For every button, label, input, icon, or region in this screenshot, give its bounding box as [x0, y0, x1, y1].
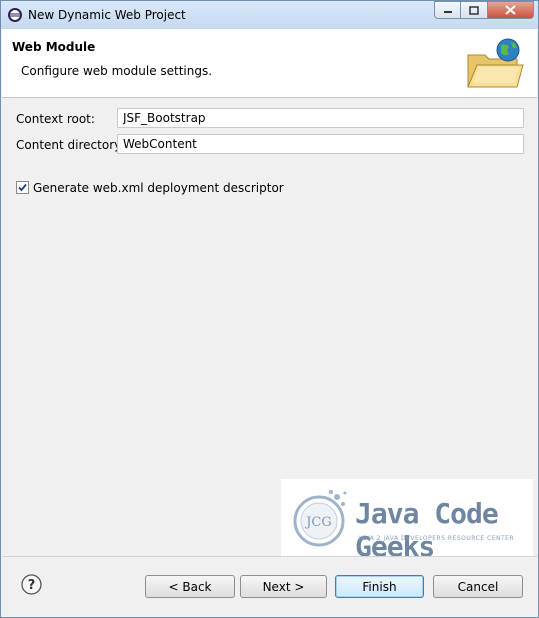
- maximize-icon: [469, 5, 479, 15]
- page-description: Configure web module settings.: [21, 64, 213, 78]
- watermark-logo: JCG Java Code Geeks JAVA 2 JAVA DEVELOPE…: [281, 479, 533, 563]
- dialog-window: New Dynamic Web Project Web Module Confi…: [0, 0, 539, 618]
- content-directory-input[interactable]: [117, 134, 524, 154]
- web-module-folder-globe-icon: [467, 38, 524, 88]
- close-icon: [505, 5, 516, 15]
- content-directory-label: Content directory:: [16, 138, 125, 152]
- maximize-button[interactable]: [461, 1, 488, 19]
- title-bar[interactable]: New Dynamic Web Project: [1, 1, 538, 29]
- next-button[interactable]: Next >: [240, 575, 327, 598]
- context-root-input[interactable]: [117, 108, 524, 128]
- generate-webxml-checkbox[interactable]: [16, 181, 29, 194]
- window-title: New Dynamic Web Project: [28, 8, 186, 22]
- minimize-button[interactable]: [434, 1, 461, 19]
- finish-button[interactable]: Finish: [335, 575, 424, 598]
- generate-webxml-label[interactable]: Generate web.xml deployment descriptor: [33, 181, 284, 195]
- jcg-logo-text: JCG: [304, 515, 332, 530]
- wizard-header: Web Module Configure web module settings…: [2, 29, 537, 98]
- checkmark-icon: [18, 183, 27, 192]
- window-controls: [434, 1, 534, 21]
- help-icon[interactable]: ?: [21, 574, 42, 595]
- minimize-icon: [443, 11, 452, 13]
- brand-tagline: JAVA 2 JAVA DEVELOPERS RESOURCE CENTER: [359, 535, 515, 542]
- back-button[interactable]: < Back: [145, 575, 235, 598]
- page-title: Web Module: [12, 40, 96, 54]
- context-root-label: Context root:: [16, 112, 95, 126]
- jcg-logo-icon: JCG: [293, 490, 347, 547]
- brand-name: Java Code Geeks: [355, 497, 499, 563]
- svg-text:?: ?: [28, 578, 36, 593]
- cancel-button[interactable]: Cancel: [433, 575, 523, 598]
- eclipse-app-icon: [8, 8, 22, 22]
- close-button[interactable]: [488, 1, 534, 19]
